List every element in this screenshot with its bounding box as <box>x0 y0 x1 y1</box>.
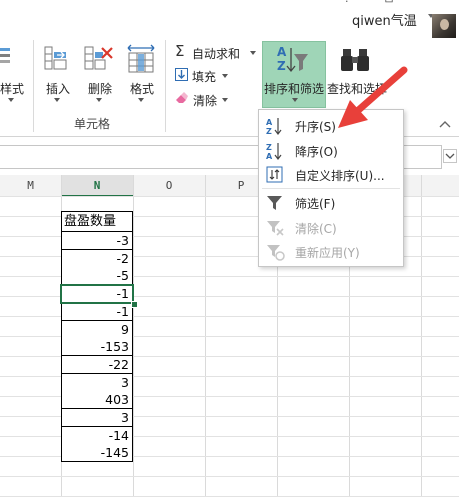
sort-filter-icon: A Z <box>275 44 309 76</box>
clear-filter-icon <box>265 218 285 238</box>
menu-label: 重新应用(Y) <box>295 246 360 260</box>
svg-text:Z: Z <box>266 143 272 152</box>
clear-caret-icon[interactable] <box>222 98 228 102</box>
menu-separator <box>262 188 400 189</box>
help-button[interactable]: ? <box>338 0 356 6</box>
styles-icon[interactable] <box>0 44 16 72</box>
sort-filter-caret-icon[interactable] <box>292 98 298 102</box>
table-cell[interactable]: -22 <box>61 355 133 374</box>
menu-label: 自定义排序(U)... <box>295 169 385 183</box>
delete-cells-icon[interactable] <box>84 44 114 74</box>
table-cell[interactable]: -153 <box>61 338 133 357</box>
annotation-arrow-icon <box>330 62 420 142</box>
insert-cells-icon[interactable] <box>44 44 70 74</box>
styles-caret-icon[interactable] <box>8 98 14 102</box>
column-header-n[interactable]: N <box>61 175 133 197</box>
format-caret-icon[interactable] <box>138 98 144 102</box>
cells-group-label: 单元格 <box>74 117 111 131</box>
filter-icon <box>265 193 285 213</box>
delete-caret-icon[interactable] <box>96 98 102 102</box>
svg-text:Z: Z <box>277 59 286 73</box>
grid-line <box>0 476 459 477</box>
svg-text:Z: Z <box>266 127 272 136</box>
sort-filter-label: 排序和筛选 <box>264 82 325 96</box>
menu-label: 清除(C) <box>295 222 337 236</box>
table-header-cell[interactable]: 盘盈数量 <box>61 211 133 232</box>
table-cell[interactable]: 403 <box>61 391 133 410</box>
column-header-o[interactable]: O <box>133 175 205 197</box>
svg-text:A: A <box>277 45 287 59</box>
menu-label: 降序(O) <box>295 145 338 159</box>
insert-button[interactable]: 插入 <box>46 80 70 97</box>
menu-item-clear-filter[interactable]: 清除(C) <box>259 216 403 240</box>
group-separator <box>33 40 34 132</box>
svg-text:A: A <box>266 118 273 127</box>
column-header-m[interactable]: M <box>0 175 61 197</box>
delete-button[interactable]: 删除 <box>88 80 112 97</box>
table-cell[interactable]: -145 <box>61 444 133 463</box>
table-cell[interactable]: -5 <box>61 267 133 286</box>
group-separator <box>165 40 166 132</box>
menu-item-reapply[interactable]: 重新应用(Y) <box>259 240 403 264</box>
autosum-button[interactable]: 自动求和 <box>192 45 240 62</box>
table-cell[interactable]: 9 <box>61 320 133 339</box>
fill-handle[interactable] <box>131 301 138 309</box>
table-cell[interactable]: -3 <box>61 232 133 250</box>
menu-item-filter[interactable]: 筛选(F) <box>259 191 403 215</box>
format-button[interactable]: 格式 <box>130 80 154 97</box>
user-name[interactable]: qiwen气温 <box>352 10 417 29</box>
sort-descending-icon: ZA <box>265 141 285 161</box>
table-cell[interactable]: -2 <box>61 249 133 268</box>
table-cell[interactable]: 3 <box>61 409 133 427</box>
active-cell-border <box>60 284 134 305</box>
menu-item-sort-descending[interactable]: ZA 降序(O) <box>259 139 403 163</box>
fill-button[interactable]: 填充 <box>192 68 216 85</box>
autosum-icon[interactable]: Σ <box>175 44 189 59</box>
styles-button[interactable]: 样式 <box>0 80 24 97</box>
minimize-button[interactable]: — <box>420 0 438 6</box>
autosum-caret-icon[interactable] <box>250 51 256 55</box>
svg-text:A: A <box>266 152 273 161</box>
avatar[interactable] <box>432 14 456 38</box>
ribbon-display-button[interactable]: ⊡ <box>380 0 398 6</box>
insert-caret-icon[interactable] <box>54 98 60 102</box>
fill-icon[interactable] <box>175 68 188 81</box>
menu-label: 筛选(F) <box>295 197 336 211</box>
format-cells-icon[interactable] <box>126 44 156 74</box>
clear-button[interactable]: 清除 <box>193 92 217 109</box>
collapse-ribbon-icon[interactable] <box>439 118 451 128</box>
table-cell[interactable]: -14 <box>61 426 133 445</box>
expand-formula-bar-button[interactable] <box>443 149 457 163</box>
table-cell[interactable]: -1 <box>61 302 133 321</box>
custom-sort-icon <box>265 165 285 185</box>
eraser-icon[interactable] <box>175 92 189 104</box>
fill-caret-icon[interactable] <box>222 74 228 78</box>
reapply-filter-icon <box>265 242 285 262</box>
menu-item-custom-sort[interactable]: 自定义排序(U)... <box>259 163 403 187</box>
sort-ascending-icon: AZ <box>265 116 285 136</box>
table-cell[interactable]: 3 <box>61 373 133 392</box>
